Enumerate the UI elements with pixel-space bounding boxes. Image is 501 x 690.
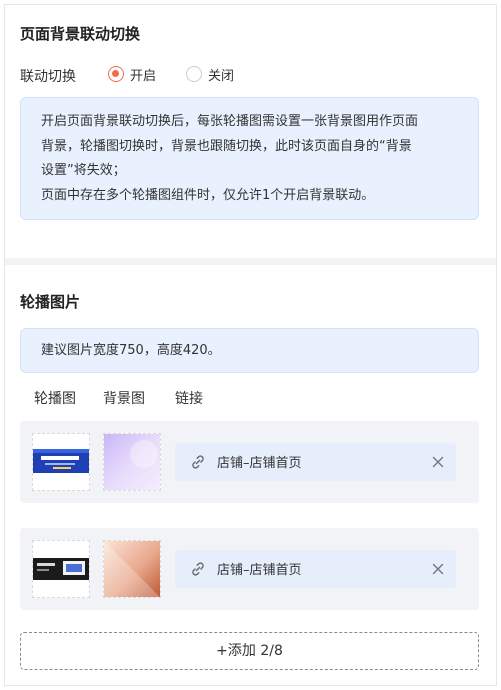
radio-enable-label: 开启: [130, 68, 157, 84]
link-selector[interactable]: 店铺–店铺首页: [175, 550, 456, 588]
column-headers: 轮播图 背景图 链接: [5, 388, 496, 410]
close-icon[interactable]: [430, 561, 446, 577]
radio-enable[interactable]: 开启: [108, 64, 156, 84]
section-title: 页面背景联动切换: [20, 25, 141, 43]
size-tip-note: 建议图片宽度750，高度420。: [20, 328, 479, 373]
section-divider: [5, 258, 496, 265]
link-icon: [192, 455, 204, 469]
link-selector[interactable]: 店铺–店铺首页: [175, 443, 456, 481]
peach-gradient-thumbnail-icon[interactable]: [103, 540, 161, 598]
radio-selected-icon: [108, 66, 124, 82]
radio-disable[interactable]: 关闭: [186, 64, 234, 84]
add-carousel-button[interactable]: +添加 2/8: [20, 632, 479, 670]
banner-thumbnail-icon[interactable]: [32, 433, 90, 491]
radio-unselected-icon: [186, 66, 202, 82]
radio-disable-label: 关闭: [208, 68, 235, 84]
column-carousel: 轮播图: [34, 391, 76, 407]
close-icon[interactable]: [430, 454, 446, 470]
purple-gradient-thumbnail-icon[interactable]: [103, 433, 161, 491]
carousel-item: 店铺–店铺首页: [20, 421, 479, 503]
note-line: 设置”将失效；: [41, 163, 126, 178]
section-title: 轮播图片: [20, 293, 81, 311]
link-icon: [192, 562, 204, 576]
note-line: 页面中存在多个轮播图组件时，仅允许1个开启背景联动。: [41, 187, 375, 203]
link-text: 店铺–店铺首页: [217, 456, 302, 471]
note-line: 开启页面背景联动切换后，每张轮播图需设置一张背景图用作页面: [41, 114, 419, 129]
column-link: 链接: [175, 391, 203, 407]
background-linkage-section: 页面背景联动切换 联动切换 开启 关闭 开启页面背景联动切换后，每张轮播图需设置…: [5, 5, 496, 258]
settings-panel: 页面背景联动切换 联动切换 开启 关闭 开启页面背景联动切换后，每张轮播图需设置…: [4, 4, 497, 686]
linkage-info-note: 开启页面背景联动切换后，每张轮播图需设置一张背景图用作页面 背景，轮播图切换时，…: [20, 97, 479, 220]
carousel-item: 店铺–店铺首页: [20, 528, 479, 610]
toggle-label: 联动切换: [20, 69, 76, 85]
note-line: 背景，轮播图切换时，背景也跟随切换，此时该页面自身的“背景: [41, 138, 412, 154]
link-text: 店铺–店铺首页: [217, 563, 302, 578]
column-background: 背景图: [103, 391, 145, 407]
carousel-images-section: 轮播图片 建议图片宽度750，高度420。 轮播图 背景图 链接 店铺–店铺首页…: [5, 265, 496, 685]
dark-banner-thumbnail-icon[interactable]: [32, 540, 90, 598]
